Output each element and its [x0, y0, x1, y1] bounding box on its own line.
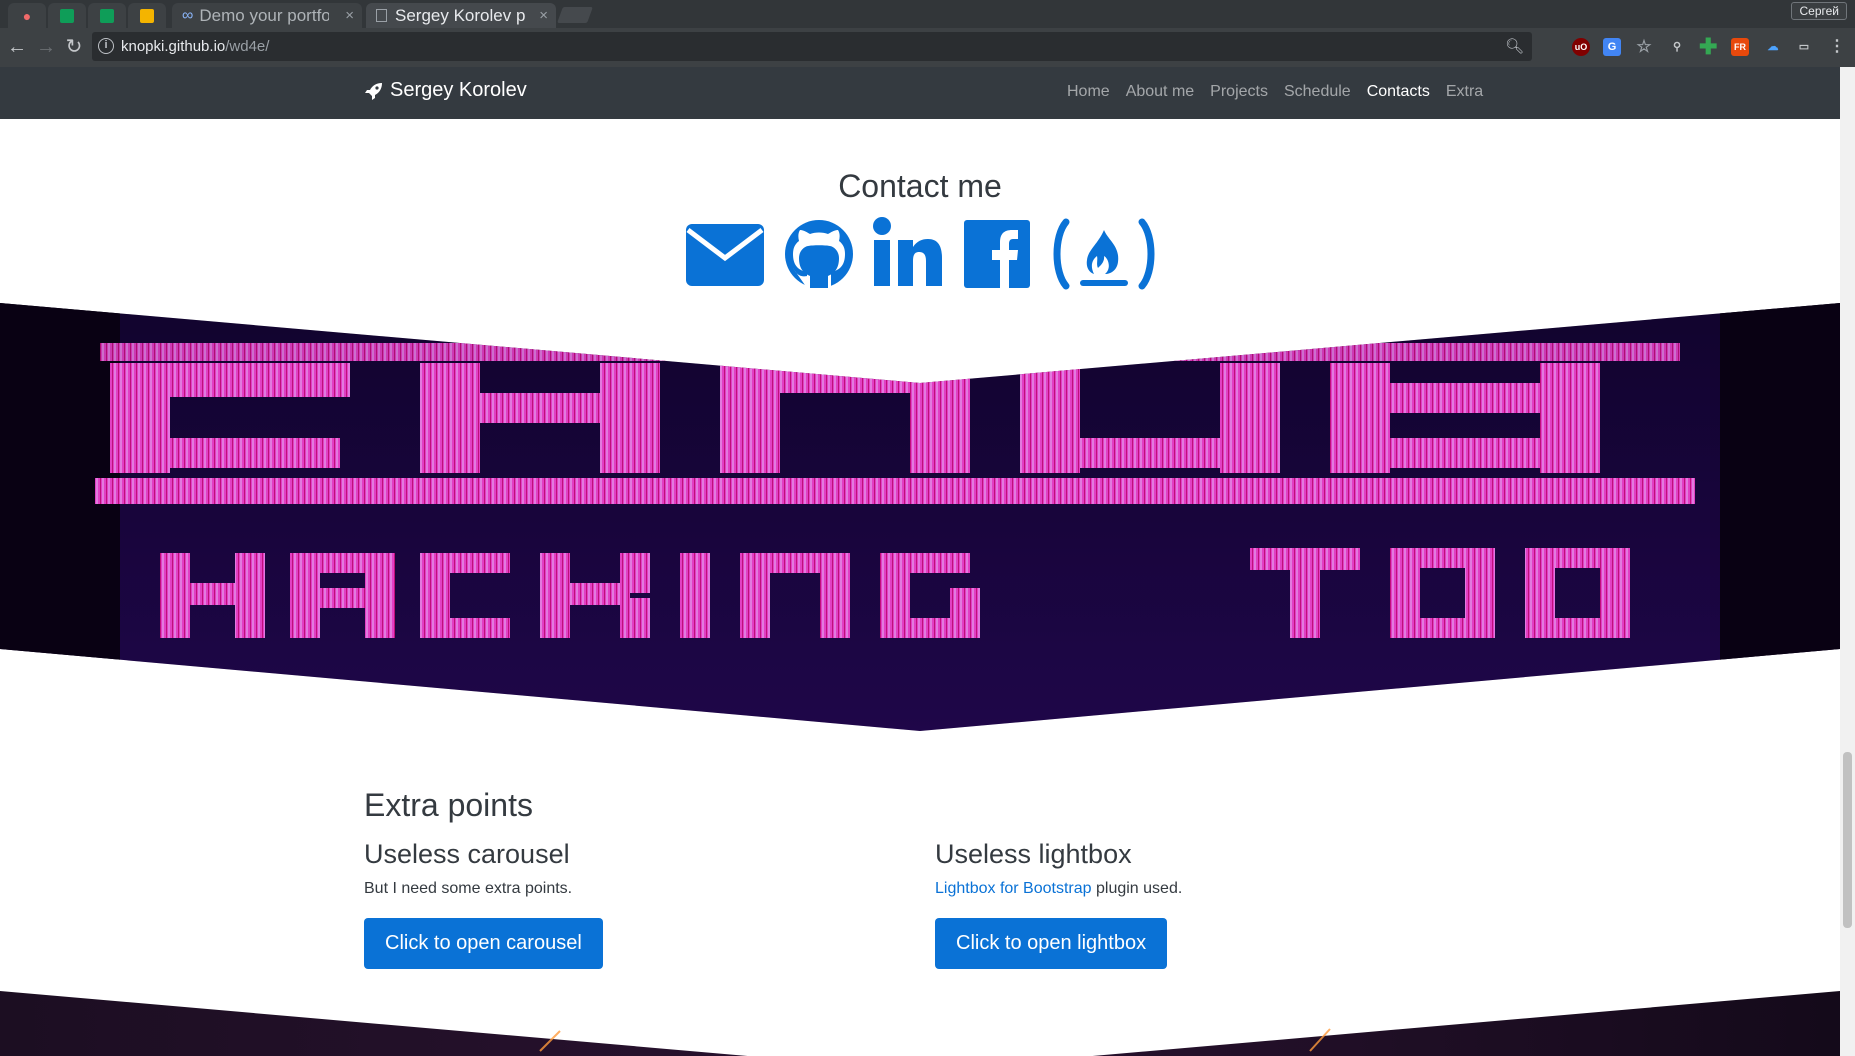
reload-icon[interactable]: ↻: [63, 36, 85, 58]
cloud-icon[interactable]: ☁: [1764, 38, 1782, 56]
infinity-icon: ∞: [182, 6, 194, 24]
address-bar[interactable]: i knopki.github.io/wd4e/ 🔍︎: [92, 32, 1532, 61]
sheets-icon: [100, 8, 114, 23]
linkedin-icon[interactable]: [872, 216, 944, 292]
tab-sergey-korolev[interactable]: Sergey Korolev portfolio ×: [366, 3, 556, 28]
url-host: knopki.github.io: [121, 38, 226, 55]
brand-name: Sergey Korolev: [390, 79, 527, 101]
sheets-icon: [60, 8, 74, 23]
close-icon[interactable]: ×: [539, 7, 548, 24]
contact-heading: Contact me: [838, 168, 1002, 204]
star-icon[interactable]: ☆: [1635, 38, 1653, 56]
lightbox-description: Lightbox for Bootstrap plugin used.: [935, 880, 1182, 898]
close-icon[interactable]: ×: [345, 7, 354, 24]
tab-title: Sergey Korolev portfolio: [395, 5, 525, 25]
tab-demo-portfolio[interactable]: ∞ Demo your portfolio ×: [172, 3, 362, 28]
chat-icon[interactable]: ▭: [1795, 38, 1813, 56]
browser-tabstrip: ● ∞ Demo your portfolio × Sergey Korolev…: [0, 0, 1855, 28]
lightbox-heading: Useless lightbox: [935, 839, 1132, 869]
forward-arrow-icon[interactable]: →: [35, 36, 57, 58]
bottom-banner-image: [0, 991, 1840, 1056]
nav-schedule[interactable]: Schedule: [1276, 83, 1359, 101]
tab-title: Demo your portfolio: [199, 5, 330, 25]
zoom-icon[interactable]: 🔍︎: [1505, 37, 1524, 55]
lightbox-plugin-link[interactable]: Lightbox for Bootstrap: [935, 880, 1092, 897]
nav-contacts[interactable]: Contacts: [1359, 83, 1438, 101]
nav-projects[interactable]: Projects: [1202, 83, 1276, 101]
nav-about-me[interactable]: About me: [1118, 83, 1202, 101]
pinned-tab-sheets-1[interactable]: [48, 3, 86, 28]
url-text[interactable]: knopki.github.io/wd4e/: [121, 38, 269, 55]
nav-menu: Home About me Projects Schedule Contacts…: [1059, 83, 1491, 101]
facebook-icon[interactable]: [962, 216, 1032, 292]
github-icon[interactable]: [783, 216, 855, 292]
profile-button[interactable]: Сергей: [1791, 2, 1847, 20]
back-arrow-icon[interactable]: ←: [6, 36, 28, 58]
location-icon[interactable]: ⚲: [1668, 38, 1686, 56]
neon-banner-image: [0, 303, 1840, 731]
scrollbar-thumb[interactable]: [1843, 752, 1852, 928]
menu-dots-icon[interactable]: ⋮: [1828, 38, 1846, 56]
open-lightbox-button[interactable]: Click to open lightbox: [935, 918, 1168, 969]
nav-extra[interactable]: Extra: [1438, 83, 1491, 101]
pinned-tab-keep[interactable]: [128, 3, 166, 28]
pinned-tab-sheets-2[interactable]: [88, 3, 126, 28]
nav-home[interactable]: Home: [1059, 83, 1118, 101]
carousel-heading: Useless carousel: [364, 839, 570, 869]
url-path: /wd4e/: [225, 38, 270, 55]
browser-toolbar: ← → ↻ i knopki.github.io/wd4e/ 🔍︎ uO G ☆…: [0, 28, 1855, 67]
site-navbar: Sergey Korolev Home About me Projects Sc…: [0, 67, 1840, 119]
freecodecamp-icon[interactable]: [1050, 216, 1158, 292]
keep-icon: [140, 8, 154, 23]
new-tab-button[interactable]: [557, 7, 593, 23]
page-scrollbar[interactable]: [1840, 67, 1855, 1056]
translate-icon[interactable]: G: [1603, 38, 1621, 56]
rocket-icon: [365, 82, 382, 100]
pinned-tab-asana[interactable]: ●: [8, 3, 46, 28]
plus-extension-icon[interactable]: ✚: [1699, 36, 1717, 58]
carousel-description: But I need some extra points.: [364, 880, 573, 897]
page-icon: [376, 9, 387, 22]
lightbox-text: plugin used.: [1091, 880, 1183, 897]
envelope-icon[interactable]: [684, 216, 766, 292]
info-icon[interactable]: i: [98, 38, 114, 54]
asana-icon: ●: [22, 7, 32, 24]
brand-link[interactable]: Sergey Korolev: [364, 79, 527, 102]
extension-icon[interactable]: FR: [1731, 38, 1749, 56]
ublock-icon[interactable]: uO: [1572, 38, 1590, 56]
web-page: Sergey Korolev Home About me Projects Sc…: [0, 67, 1840, 1056]
extra-heading: Extra points: [364, 787, 533, 823]
open-carousel-button[interactable]: Click to open carousel: [364, 918, 603, 969]
